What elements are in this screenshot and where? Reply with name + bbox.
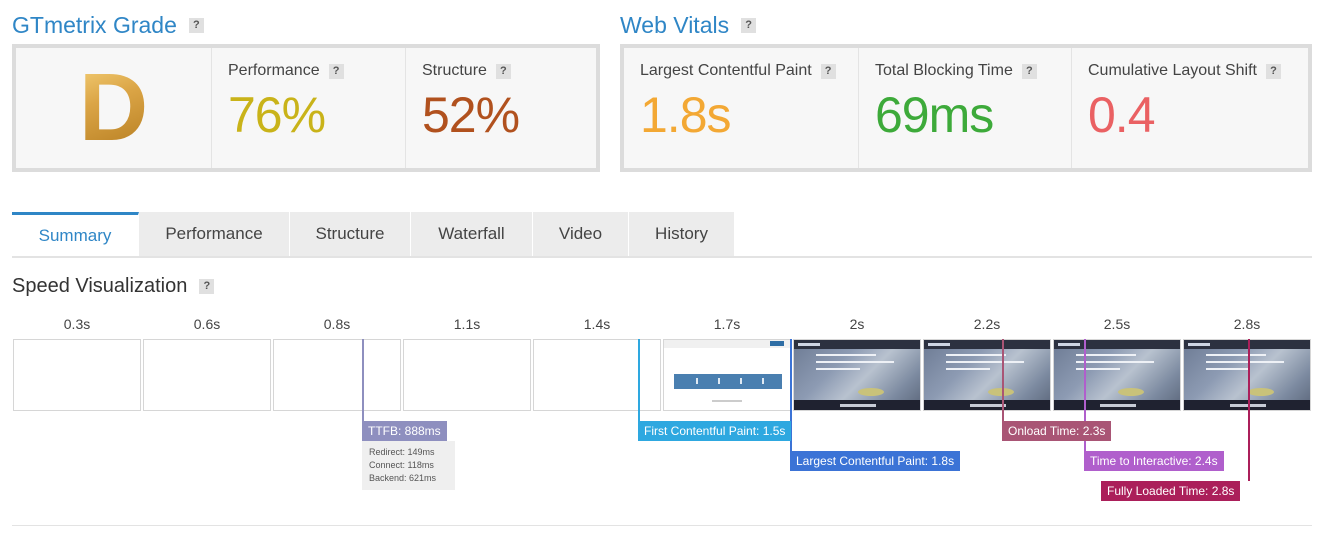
vitals-help-icon[interactable]: ?: [741, 18, 757, 33]
filmstrip-frame[interactable]: [533, 339, 661, 411]
onload-line: [1002, 339, 1004, 421]
performance-value: 76%: [228, 87, 326, 143]
cls-value: 0.4: [1088, 87, 1156, 143]
grade-cell: D: [16, 48, 212, 168]
time-label: 2.2s: [973, 316, 1001, 332]
filmstrip-frame[interactable]: [143, 339, 271, 411]
filmstrip-frame[interactable]: [663, 339, 791, 411]
structure-cell: Structure ? 52%: [406, 48, 596, 168]
tti-marker: Time to Interactive: 2.4s: [1084, 451, 1224, 471]
fcp-marker: First Contentful Paint: 1.5s: [638, 421, 792, 441]
vitals-panel: Largest Contentful Paint ? 1.8s Total Bl…: [620, 44, 1312, 172]
filmstrip-frame[interactable]: [273, 339, 401, 411]
performance-cell: Performance ? 76%: [212, 48, 406, 168]
structure-value: 52%: [422, 87, 520, 143]
filmstrip-frame[interactable]: [1053, 339, 1181, 411]
grade-letter: D: [78, 54, 149, 161]
time-label: 1.1s: [453, 316, 481, 332]
ttfb-backend: Backend: 621ms: [369, 473, 437, 483]
performance-label-row: Performance ?: [228, 62, 391, 80]
report-tabs: Summary Performance Structure Waterfall …: [12, 212, 735, 256]
structure-label: Structure: [422, 62, 487, 79]
performance-help-icon[interactable]: ?: [328, 63, 344, 79]
web-vitals-title: Web Vitals ?: [620, 12, 757, 39]
filmstrip-frame[interactable]: [1183, 339, 1311, 411]
time-label: 2.5s: [1103, 316, 1131, 332]
filmstrip-frame[interactable]: [923, 339, 1051, 411]
tab-waterfall[interactable]: Waterfall: [411, 212, 533, 256]
structure-label-row: Structure ?: [422, 62, 582, 80]
tab-underline: [12, 256, 1312, 258]
lcp-marker: Largest Contentful Paint: 1.8s: [790, 451, 961, 471]
time-label: 0.3s: [63, 316, 91, 332]
lcp-value: 1.8s: [640, 87, 732, 143]
fully-loaded-line: [1248, 339, 1250, 481]
speed-help-icon[interactable]: ?: [199, 279, 215, 294]
fully-loaded-marker: Fully Loaded Time: 2.8s: [1101, 481, 1241, 501]
section-divider: [12, 525, 1312, 526]
ttfb-details: Redirect: 149ms Connect: 118ms Backend: …: [362, 441, 455, 490]
fcp-line: [638, 339, 640, 421]
tab-structure[interactable]: Structure: [290, 212, 411, 256]
lcp-help-icon[interactable]: ?: [820, 63, 836, 79]
filmstrip-frame[interactable]: [793, 339, 921, 411]
tab-performance[interactable]: Performance: [139, 212, 290, 256]
grade-help-icon[interactable]: ?: [188, 18, 204, 33]
time-label: 2s: [849, 316, 865, 332]
tbt-help-icon[interactable]: ?: [1021, 63, 1037, 79]
ttfb-line: [362, 339, 364, 421]
grade-panel: D Performance ? 76% Structure ? 52%: [12, 44, 600, 172]
ttfb-connect: Connect: 118ms: [369, 460, 434, 470]
tab-history[interactable]: History: [629, 212, 735, 256]
performance-label: Performance: [228, 62, 320, 79]
filmstrip-frame[interactable]: [403, 339, 531, 411]
lcp-cell: Largest Contentful Paint ? 1.8s: [624, 48, 859, 168]
cls-label: Cumulative Layout Shift: [1088, 62, 1257, 79]
cls-label-row: Cumulative Layout Shift ?: [1088, 62, 1294, 80]
time-label: 1.4s: [583, 316, 611, 332]
tbt-label-row: Total Blocking Time ?: [875, 62, 1057, 80]
ttfb-marker: TTFB: 888ms: [362, 421, 447, 441]
speed-visualization-heading: Speed Visualization: [12, 275, 188, 297]
time-label: 0.6s: [193, 316, 221, 332]
structure-help-icon[interactable]: ?: [495, 63, 511, 79]
lcp-label: Largest Contentful Paint: [640, 62, 812, 79]
tab-summary[interactable]: Summary: [12, 212, 139, 256]
web-vitals-heading: Web Vitals: [620, 12, 730, 38]
tbt-label: Total Blocking Time: [875, 62, 1013, 79]
cls-cell: Cumulative Layout Shift ? 0.4: [1072, 48, 1308, 168]
time-label: 0.8s: [323, 316, 351, 332]
gtmetrix-grade-title: GTmetrix Grade ?: [12, 12, 204, 39]
cls-help-icon[interactable]: ?: [1265, 63, 1281, 79]
ttfb-redirect: Redirect: 149ms: [369, 447, 435, 457]
speed-visualization-title: Speed Visualization ?: [12, 275, 215, 298]
filmstrip-frame[interactable]: [13, 339, 141, 411]
onload-marker: Onload Time: 2.3s: [1002, 421, 1112, 441]
gtmetrix-grade-heading: GTmetrix Grade: [12, 12, 177, 38]
time-label: 1.7s: [713, 316, 741, 332]
tab-video[interactable]: Video: [533, 212, 629, 256]
tbt-cell: Total Blocking Time ? 69ms: [859, 48, 1072, 168]
time-label: 2.8s: [1233, 316, 1261, 332]
tbt-value: 69ms: [875, 87, 994, 143]
lcp-label-row: Largest Contentful Paint ?: [640, 62, 844, 80]
